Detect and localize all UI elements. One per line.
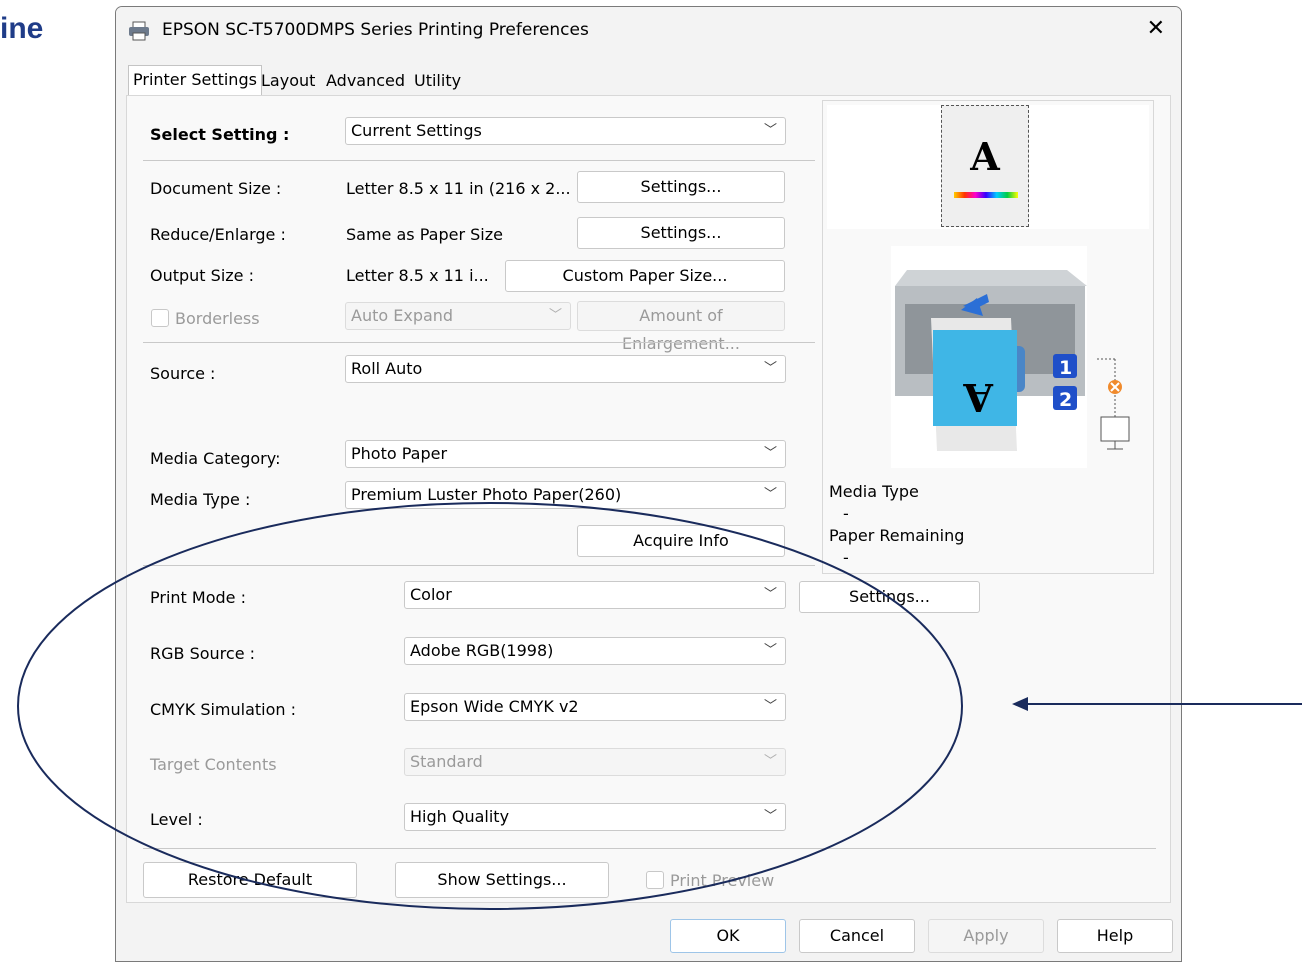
separator — [143, 848, 1156, 849]
custom-paper-size-button[interactable]: Custom Paper Size... — [505, 260, 785, 292]
document-size-label: Document Size : — [150, 179, 282, 198]
source-value: Roll Auto — [351, 359, 423, 378]
level-label: Level : — [150, 810, 203, 829]
chevron-down-icon: ﹀ — [763, 361, 777, 376]
select-setting-dropdown[interactable]: Current Settings ﹀ — [345, 117, 786, 145]
select-setting-label: Select Setting : — [150, 125, 290, 144]
print-mode-label: Print Mode : — [150, 588, 246, 607]
output-size-value: Letter 8.5 x 11 i... — [346, 266, 489, 285]
color-bar — [954, 192, 1018, 198]
media-type-value: Premium Luster Photo Paper(260) — [351, 485, 622, 504]
media-type-dropdown[interactable]: Premium Luster Photo Paper(260) ﹀ — [345, 481, 786, 509]
background-heading-fragment: ine — [0, 12, 44, 45]
printer-icon — [129, 21, 149, 41]
chevron-down-icon: ﹀ — [548, 308, 562, 323]
reduce-enlarge-value: Same as Paper Size — [346, 225, 503, 244]
level-value: High Quality — [410, 807, 510, 826]
media-category-dropdown[interactable]: Photo Paper ﹀ — [345, 440, 786, 468]
media-type-status-value: - — [843, 504, 849, 523]
close-icon[interactable]: ✕ — [1147, 16, 1165, 41]
separator — [143, 565, 815, 566]
paper-remaining-value: - — [843, 548, 849, 567]
cmyk-simulation-value: Epson Wide CMYK v2 — [410, 697, 579, 716]
page-preview-area: A — [827, 105, 1149, 229]
borderless-label: Borderless — [175, 309, 260, 328]
rgb-source-label: RGB Source : — [150, 644, 256, 663]
media-category-value: Photo Paper — [351, 444, 448, 463]
chevron-down-icon: ﹀ — [763, 643, 777, 658]
paper-remaining-label: Paper Remaining — [829, 526, 965, 545]
chevron-down-icon: ﹀ — [763, 487, 777, 502]
media-type-label: Media Type : — [150, 490, 251, 509]
title-bar: EPSON SC-T5700DMPS Series Printing Prefe… — [116, 7, 1181, 55]
separator — [143, 342, 815, 343]
chevron-down-icon: ﹀ — [763, 587, 777, 602]
chevron-down-icon: ﹀ — [763, 809, 777, 824]
rgb-source-dropdown[interactable]: Adobe RGB(1998) ﹀ — [404, 637, 786, 665]
acquire-info-button[interactable]: Acquire Info — [577, 525, 785, 557]
level-dropdown[interactable]: High Quality ﹀ — [404, 803, 786, 831]
chevron-down-icon: ﹀ — [763, 754, 777, 769]
svg-text:1: 1 — [1059, 357, 1072, 379]
cancel-button[interactable]: Cancel — [799, 919, 915, 953]
borderless-checkbox[interactable] — [151, 309, 169, 327]
select-setting-value: Current Settings — [351, 121, 482, 140]
print-preview-checkbox[interactable] — [646, 871, 664, 889]
output-letter: A — [963, 375, 994, 420]
svg-text:2: 2 — [1059, 389, 1072, 411]
cmyk-simulation-label: CMYK Simulation : — [150, 700, 297, 719]
chevron-down-icon: ﹀ — [763, 123, 777, 138]
tab-advanced[interactable]: Advanced — [322, 67, 409, 95]
cmyk-simulation-dropdown[interactable]: Epson Wide CMYK v2 ﹀ — [404, 693, 786, 721]
document-size-settings-button[interactable]: Settings... — [577, 171, 785, 203]
reduce-enlarge-label: Reduce/Enlarge : — [150, 225, 286, 244]
source-dropdown[interactable]: Roll Auto ﹀ — [345, 355, 786, 383]
amount-of-enlargement-button[interactable]: Amount of Enlargement... — [577, 301, 785, 353]
output-size-label: Output Size : — [150, 266, 254, 285]
print-mode-value: Color — [410, 585, 452, 604]
window-title: EPSON SC-T5700DMPS Series Printing Prefe… — [162, 20, 589, 40]
tab-utility[interactable]: Utility — [410, 67, 465, 95]
target-contents-label: Target Contents — [150, 755, 277, 774]
chevron-down-icon: ﹀ — [763, 699, 777, 714]
auto-expand-value: Auto Expand — [351, 306, 454, 325]
source-label: Source : — [150, 364, 216, 383]
apply-button[interactable]: Apply — [928, 919, 1044, 953]
print-preview-label: Print Preview — [670, 871, 775, 890]
document-size-value: Letter 8.5 x 11 in (216 x 2... — [346, 179, 571, 198]
printing-preferences-dialog: EPSON SC-T5700DMPS Series Printing Prefe… — [115, 6, 1182, 962]
target-contents-dropdown[interactable]: Standard ﹀ — [404, 748, 786, 776]
help-button[interactable]: Help — [1057, 919, 1173, 953]
restore-default-button[interactable]: Restore Default — [143, 862, 357, 898]
reduce-enlarge-settings-button[interactable]: Settings... — [577, 217, 785, 249]
preview-panel: A A 1 2 Media Type - Paper Remaining - — [822, 100, 1154, 574]
rgb-source-value: Adobe RGB(1998) — [410, 641, 554, 660]
output-tray-icon — [1097, 358, 1130, 450]
target-contents-value: Standard — [410, 752, 483, 771]
separator — [143, 160, 815, 161]
tab-layout[interactable]: Layout — [257, 67, 319, 95]
print-mode-settings-button[interactable]: Settings... — [799, 581, 980, 613]
show-settings-button[interactable]: Show Settings... — [395, 862, 609, 898]
media-type-status-label: Media Type — [829, 482, 919, 501]
ok-button[interactable]: OK — [670, 919, 786, 953]
page-preview: A — [941, 105, 1029, 227]
print-mode-dropdown[interactable]: Color ﹀ — [404, 581, 786, 609]
tab-printer-settings[interactable]: Printer Settings — [128, 65, 262, 96]
page-letter: A — [970, 134, 1000, 179]
printer-settings-panel: Select Setting : Current Settings ﹀ Docum… — [126, 95, 1171, 903]
printer-diagram-icon: A 1 2 — [895, 270, 1087, 451]
auto-expand-dropdown[interactable]: Auto Expand ﹀ — [345, 302, 571, 330]
printer-illustration: A 1 2 — [891, 246, 1087, 468]
media-category-label: Media Category: — [150, 449, 281, 468]
chevron-down-icon: ﹀ — [763, 446, 777, 461]
